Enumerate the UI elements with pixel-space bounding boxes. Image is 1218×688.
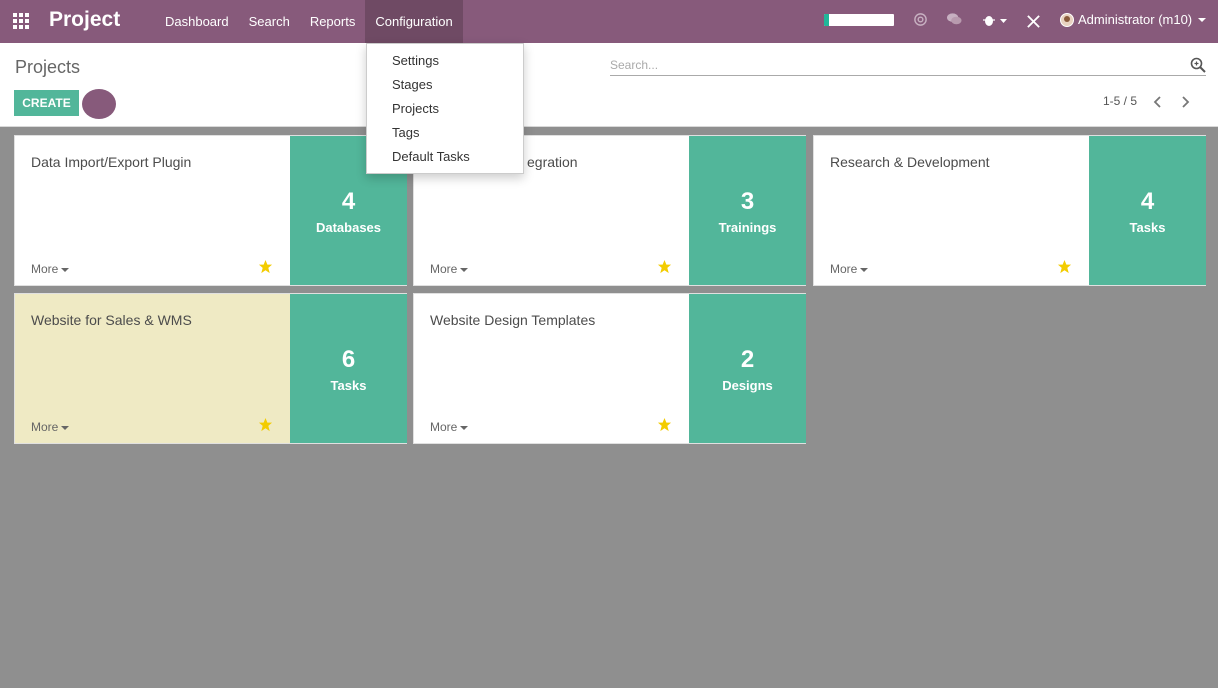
chevron-down-icon: [1198, 17, 1207, 22]
onboarding-progress-bar[interactable]: [824, 14, 894, 26]
control-panel: Projects CREATE 1-5 / 5: [0, 43, 1218, 127]
task-label: Tasks: [1129, 220, 1166, 235]
more-dropdown[interactable]: More: [830, 262, 868, 276]
project-card[interactable]: Data Import/Export Plugin More 4 Databas…: [14, 135, 407, 286]
menu-reports[interactable]: Reports: [300, 0, 366, 43]
menu-configuration[interactable]: Configuration: [365, 0, 463, 43]
project-title: Website for Sales & WMS: [31, 312, 192, 328]
task-label: Databases: [315, 220, 382, 235]
task-count-button[interactable]: 6 Tasks: [290, 294, 407, 443]
task-label: Trainings: [718, 220, 777, 235]
favorite-star-icon[interactable]: [1057, 259, 1072, 274]
click-pointer-indicator: [82, 89, 116, 119]
configuration-dropdown-menu: Settings Stages Projects Tags Default Ta…: [366, 43, 524, 174]
user-name: Administrator (m10): [1078, 12, 1193, 27]
favorite-star-icon[interactable]: [258, 259, 273, 274]
task-count-button[interactable]: 4 Tasks: [1089, 136, 1206, 285]
project-title: Website Design Templates: [430, 312, 596, 328]
menu-search[interactable]: Search: [239, 0, 300, 43]
dropdown-item-stages[interactable]: Stages: [367, 78, 523, 102]
create-button[interactable]: CREATE: [14, 90, 79, 116]
task-count: 4: [341, 188, 356, 215]
task-count: 6: [341, 346, 356, 373]
task-label: Designs: [722, 378, 773, 393]
debug-bug-icon[interactable]: [982, 13, 1008, 31]
more-dropdown[interactable]: More: [31, 262, 69, 276]
tools-icon[interactable]: [1026, 14, 1041, 33]
more-dropdown[interactable]: More: [430, 262, 468, 276]
breadcrumb: Projects: [15, 57, 81, 77]
search-input[interactable]: [610, 56, 1170, 72]
favorite-star-icon[interactable]: [657, 259, 672, 274]
pager-previous-icon[interactable]: [1153, 95, 1163, 109]
dropdown-item-settings[interactable]: Settings: [367, 54, 523, 78]
project-card[interactable]: Website for Sales & WMS More 6 Tasks: [14, 293, 407, 444]
task-count: 3: [740, 188, 755, 215]
project-title: egration: [527, 154, 578, 170]
dropdown-item-tags[interactable]: Tags: [367, 126, 523, 150]
task-label: Tasks: [330, 378, 367, 393]
at-mention-icon[interactable]: [913, 12, 928, 31]
more-dropdown[interactable]: More: [31, 420, 69, 434]
pager-next-icon[interactable]: [1180, 95, 1190, 109]
search-icon[interactable]: [1190, 57, 1206, 73]
top-navbar: Project Dashboard Search Reports Configu…: [0, 0, 1218, 43]
project-card[interactable]: Website Design Templates More 2 Designs: [413, 293, 806, 444]
pager-value[interactable]: 1-5 / 5: [1103, 94, 1137, 108]
project-title: Research & Development: [830, 154, 990, 170]
more-dropdown[interactable]: More: [430, 420, 468, 434]
search-box: [610, 56, 1206, 76]
menu-dashboard[interactable]: Dashboard: [155, 0, 239, 43]
project-card[interactable]: Research & Development More 4 Tasks: [813, 135, 1206, 286]
dropdown-item-projects[interactable]: Projects: [367, 102, 523, 126]
task-count: 2: [740, 346, 755, 373]
avatar: [1060, 12, 1074, 27]
task-count-button[interactable]: 3 Trainings: [689, 136, 806, 285]
task-count-button[interactable]: 2 Designs: [689, 294, 806, 443]
project-title: Data Import/Export Plugin: [31, 154, 192, 170]
main-menu: Dashboard Search Reports Configuration: [155, 0, 463, 43]
user-menu[interactable]: Administrator (m10): [1060, 12, 1207, 27]
apps-grid-icon[interactable]: [13, 13, 31, 29]
favorite-star-icon[interactable]: [258, 417, 273, 432]
favorite-star-icon[interactable]: [657, 417, 672, 432]
dropdown-item-default-tasks[interactable]: Default Tasks: [367, 150, 523, 174]
app-brand: Project: [49, 8, 121, 31]
task-count: 4: [1140, 188, 1155, 215]
chat-icon[interactable]: [946, 12, 963, 31]
progress-fill: [824, 14, 829, 26]
